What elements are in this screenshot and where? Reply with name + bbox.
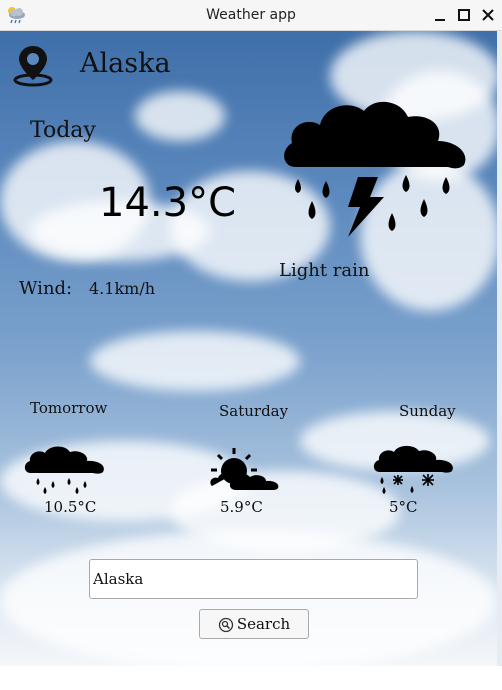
location-name: Alaska — [80, 48, 171, 79]
maximize-icon[interactable] — [454, 5, 474, 25]
minimize-icon[interactable] — [430, 5, 450, 25]
window-title: Weather app — [206, 7, 296, 23]
weather-description: Light rain — [279, 260, 370, 281]
partly-sunny-icon — [210, 448, 279, 490]
location-pin-icon — [13, 46, 53, 87]
forecast-temperature-3: 5°C — [389, 498, 418, 516]
wind-label: Wind: — [19, 278, 73, 299]
sleet-cloud-icon — [373, 445, 453, 494]
forecast-day-3: Sunday — [399, 402, 456, 420]
city-search-input[interactable] — [89, 559, 418, 599]
rain-cloud-icon — [24, 446, 104, 494]
forecast-temperature-1: 10.5°C — [44, 498, 97, 516]
thunderstorm-rain-icon — [284, 101, 466, 237]
search-icon — [218, 617, 233, 633]
current-temperature: 14.3°C — [99, 180, 236, 226]
window-edge — [497, 31, 502, 666]
window-bottom — [0, 666, 502, 690]
title-bar: Weather app — [0, 0, 502, 31]
wind-speed: 4.1km/h — [89, 279, 156, 298]
search-button[interactable]: Search — [199, 609, 309, 639]
forecast-day-1: Tomorrow — [30, 399, 108, 417]
search-button-label: Search — [236, 615, 291, 633]
forecast-day-2: Saturday — [219, 402, 289, 420]
current-day: Today — [30, 118, 96, 143]
close-icon[interactable] — [478, 5, 498, 25]
forecast-temperature-2: 5.9°C — [220, 498, 263, 516]
